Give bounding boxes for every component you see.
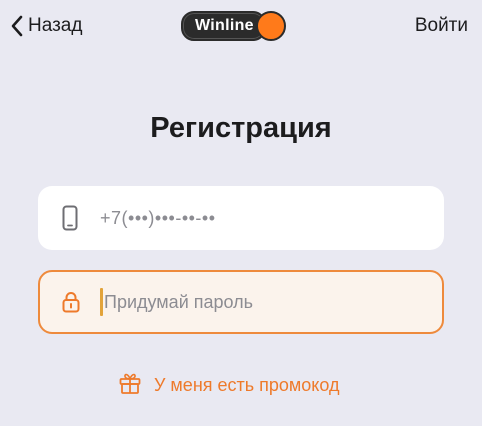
page-title: Регистрация [150,112,332,144]
logo-text: Winline [181,11,266,41]
phone-icon [62,205,78,231]
back-button[interactable]: Назад [10,12,82,40]
back-label: Назад [28,15,83,36]
promo-label: У меня есть промокод [154,374,340,395]
gift-icon [118,371,142,400]
text-caret [100,288,103,316]
login-button[interactable]: Войти [415,12,468,40]
chevron-left-icon [10,15,24,37]
logo-dot [255,11,286,41]
phone-field[interactable]: +7(•••)•••-••-•• [38,186,444,250]
lock-icon [62,291,80,313]
winline-logo: Winline [181,11,301,41]
top-bar: Назад Winline Войти [0,0,482,52]
password-field[interactable] [38,270,444,334]
promo-code-link[interactable]: У меня есть промокод [118,370,340,400]
password-input[interactable] [104,272,424,332]
phone-value: +7(•••)•••-••-•• [100,208,216,228]
